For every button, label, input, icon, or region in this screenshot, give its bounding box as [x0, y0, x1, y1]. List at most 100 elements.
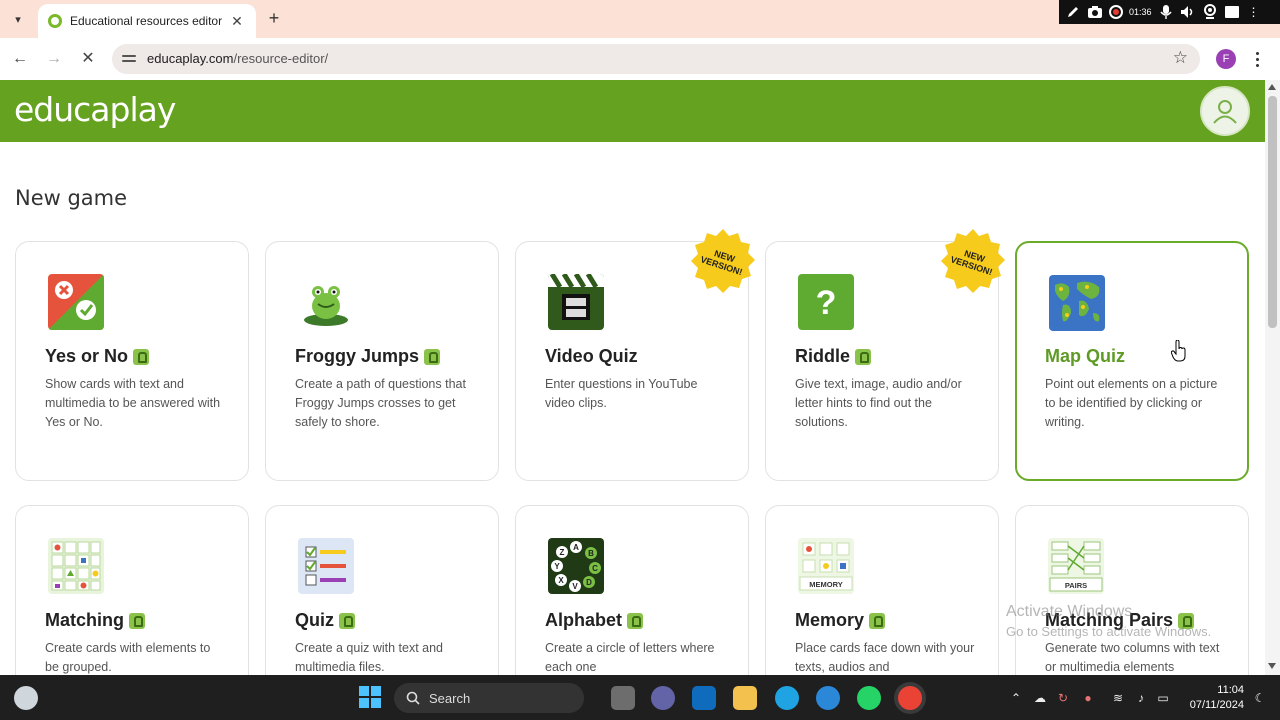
- window-icon[interactable]: [1224, 4, 1240, 20]
- card-description: Create a quiz with text and multimedia f…: [295, 641, 443, 674]
- page-content: educaplay New game Yes or No Show cards …: [0, 80, 1265, 675]
- windows-start-icon[interactable]: [359, 686, 381, 708]
- watermark-line-2: Go to Settings to activate Windows.: [1006, 624, 1212, 639]
- whatsapp-icon[interactable]: [857, 686, 881, 710]
- svg-text:C: C: [592, 564, 598, 573]
- scroll-up-arrow-icon[interactable]: [1268, 84, 1276, 90]
- card-title: Yes or No: [45, 346, 150, 367]
- site-header: educaplay: [0, 80, 1265, 142]
- url-bar[interactable]: educaplay.com/resource-editor/ ☆: [112, 44, 1200, 74]
- card-title-text: Memory: [795, 610, 865, 630]
- webcam-icon[interactable]: [1202, 4, 1218, 20]
- svg-text:D: D: [586, 578, 592, 587]
- game-card-matching[interactable]: Matching Create cards with elements to b…: [15, 505, 249, 675]
- screen-recorder-toolbar: 01:36 ⋮: [1059, 0, 1280, 24]
- volume-icon[interactable]: ♪: [1133, 690, 1149, 706]
- svg-text:Z: Z: [560, 548, 565, 557]
- profile-avatar[interactable]: F: [1216, 49, 1236, 69]
- card-title-text: Map Quiz: [1045, 346, 1125, 366]
- svg-text:A: A: [573, 543, 579, 552]
- letter-circle-icon: ABCDVXYZ: [548, 538, 604, 594]
- frog-icon: [298, 274, 354, 330]
- back-arrow-icon[interactable]: ←: [9, 48, 31, 70]
- svg-text:Y: Y: [554, 562, 560, 571]
- chrome-icon[interactable]: [898, 686, 922, 710]
- site-info-icon[interactable]: [122, 52, 136, 66]
- battery-icon[interactable]: ▭: [1155, 690, 1171, 706]
- scroll-down-arrow-icon[interactable]: [1268, 663, 1276, 669]
- yes-no-icon: [48, 274, 104, 330]
- url-text[interactable]: educaplay.com/resource-editor/: [147, 51, 328, 66]
- edge-icon[interactable]: [775, 686, 799, 710]
- page-scrollbar[interactable]: [1265, 80, 1280, 675]
- user-avatar-icon[interactable]: [1200, 86, 1250, 136]
- wifi-icon[interactable]: ≋: [1110, 690, 1126, 706]
- game-card-memory[interactable]: MEMORY Memory Place cards face down with…: [765, 505, 999, 675]
- recording-time: 01:36: [1129, 7, 1152, 17]
- card-title-text: Yes or No: [45, 346, 129, 366]
- game-card-matching-pairs[interactable]: PAIRS Matching Pairs Generate two column…: [1015, 505, 1249, 675]
- browser-menu-icon[interactable]: [1252, 48, 1262, 70]
- educaplay-favicon-icon: [48, 14, 62, 28]
- card-title: Memory: [795, 610, 886, 631]
- game-card-froggy-jumps[interactable]: Froggy Jumps Create a path of questions …: [265, 241, 499, 481]
- weather-widget-icon[interactable]: [14, 686, 38, 710]
- more-icon[interactable]: ⋮: [1246, 4, 1262, 20]
- card-title: Alphabet: [545, 610, 644, 631]
- pairs-icon: PAIRS: [1048, 538, 1104, 594]
- bookmark-star-icon[interactable]: ☆: [1173, 48, 1188, 68]
- scrollbar-thumb[interactable]: [1268, 96, 1277, 328]
- memory-cards-icon: MEMORY: [798, 538, 854, 594]
- stop-loading-icon[interactable]: ✕: [77, 48, 99, 70]
- tab-title: Educational resources editor: [70, 14, 223, 28]
- search-icon: [406, 691, 420, 705]
- speaker-icon[interactable]: [1180, 4, 1196, 20]
- windows-taskbar: Search ⌃ ☁ ↻ ● ≋ ♪ ▭ 11:04 07/11/2024 ☾: [0, 675, 1280, 720]
- store-icon[interactable]: [692, 686, 716, 710]
- card-title-text: Riddle: [795, 346, 851, 366]
- photos-icon[interactable]: [816, 686, 840, 710]
- chevron-up-icon[interactable]: ⌃: [1008, 690, 1024, 706]
- browser-tab[interactable]: Educational resources editor ✕: [38, 4, 256, 38]
- url-host: educaplay.com: [147, 51, 234, 66]
- game-card-alphabet[interactable]: ABCDVXYZ Alphabet Create a circle of let…: [515, 505, 749, 675]
- lock-icon: [424, 348, 441, 365]
- address-bar-row: ← → ✕ educaplay.com/resource-editor/ ☆: [0, 38, 1280, 80]
- teams-icon[interactable]: [651, 686, 675, 710]
- card-description: Create a circle of letters where each on…: [545, 641, 715, 674]
- game-card-map-quiz[interactable]: Map Quiz Point out elements on a picture…: [1015, 241, 1249, 481]
- microphone-icon[interactable]: [1158, 4, 1174, 20]
- close-tab-icon[interactable]: ✕: [228, 13, 246, 30]
- lock-icon: [869, 612, 886, 629]
- notifications-icon[interactable]: ☾: [1252, 690, 1268, 706]
- record-icon[interactable]: [1109, 5, 1123, 19]
- tab-search-icon[interactable]: ▾: [6, 8, 30, 30]
- hand-pointer-icon: [1170, 339, 1187, 362]
- page-title: New game: [15, 186, 128, 210]
- file-explorer-icon[interactable]: [733, 686, 757, 710]
- new-tab-button[interactable]: +: [264, 8, 284, 28]
- card-description: Show cards with text and multimedia to b…: [45, 377, 221, 429]
- camera-icon[interactable]: [1087, 4, 1103, 20]
- pen-icon[interactable]: [1065, 4, 1081, 20]
- game-card-quiz[interactable]: Quiz Create a quiz with text and multime…: [265, 505, 499, 675]
- educaplay-logo[interactable]: educaplay: [14, 90, 176, 129]
- card-title-text: Quiz: [295, 610, 334, 630]
- sync-icon[interactable]: ↻: [1055, 690, 1071, 706]
- clock-date: 07/11/2024: [1189, 699, 1244, 711]
- card-title-text: Alphabet: [545, 610, 623, 630]
- card-description: Enter questions in YouTube video clips.: [545, 377, 698, 410]
- new-version-badge: NEW VERSION!: [940, 228, 1006, 294]
- forward-arrow-icon[interactable]: →: [43, 48, 65, 70]
- taskbar-clock[interactable]: 11:04 07/11/2024: [1180, 683, 1244, 713]
- game-card-yes-or-no[interactable]: Yes or No Show cards with text and multi…: [15, 241, 249, 481]
- card-title: Map Quiz: [1045, 346, 1125, 367]
- mic-icon[interactable]: ●: [1080, 690, 1096, 706]
- question-icon: ?: [798, 274, 854, 330]
- taskbar-search-box[interactable]: Search: [394, 683, 584, 713]
- watermark-line-1: Activate Windows: [1006, 603, 1133, 620]
- cloud-icon[interactable]: ☁: [1032, 690, 1048, 706]
- card-title: Quiz: [295, 610, 355, 631]
- task-view-icon[interactable]: [611, 686, 635, 710]
- pairs-icon-label: PAIRS: [1065, 581, 1087, 590]
